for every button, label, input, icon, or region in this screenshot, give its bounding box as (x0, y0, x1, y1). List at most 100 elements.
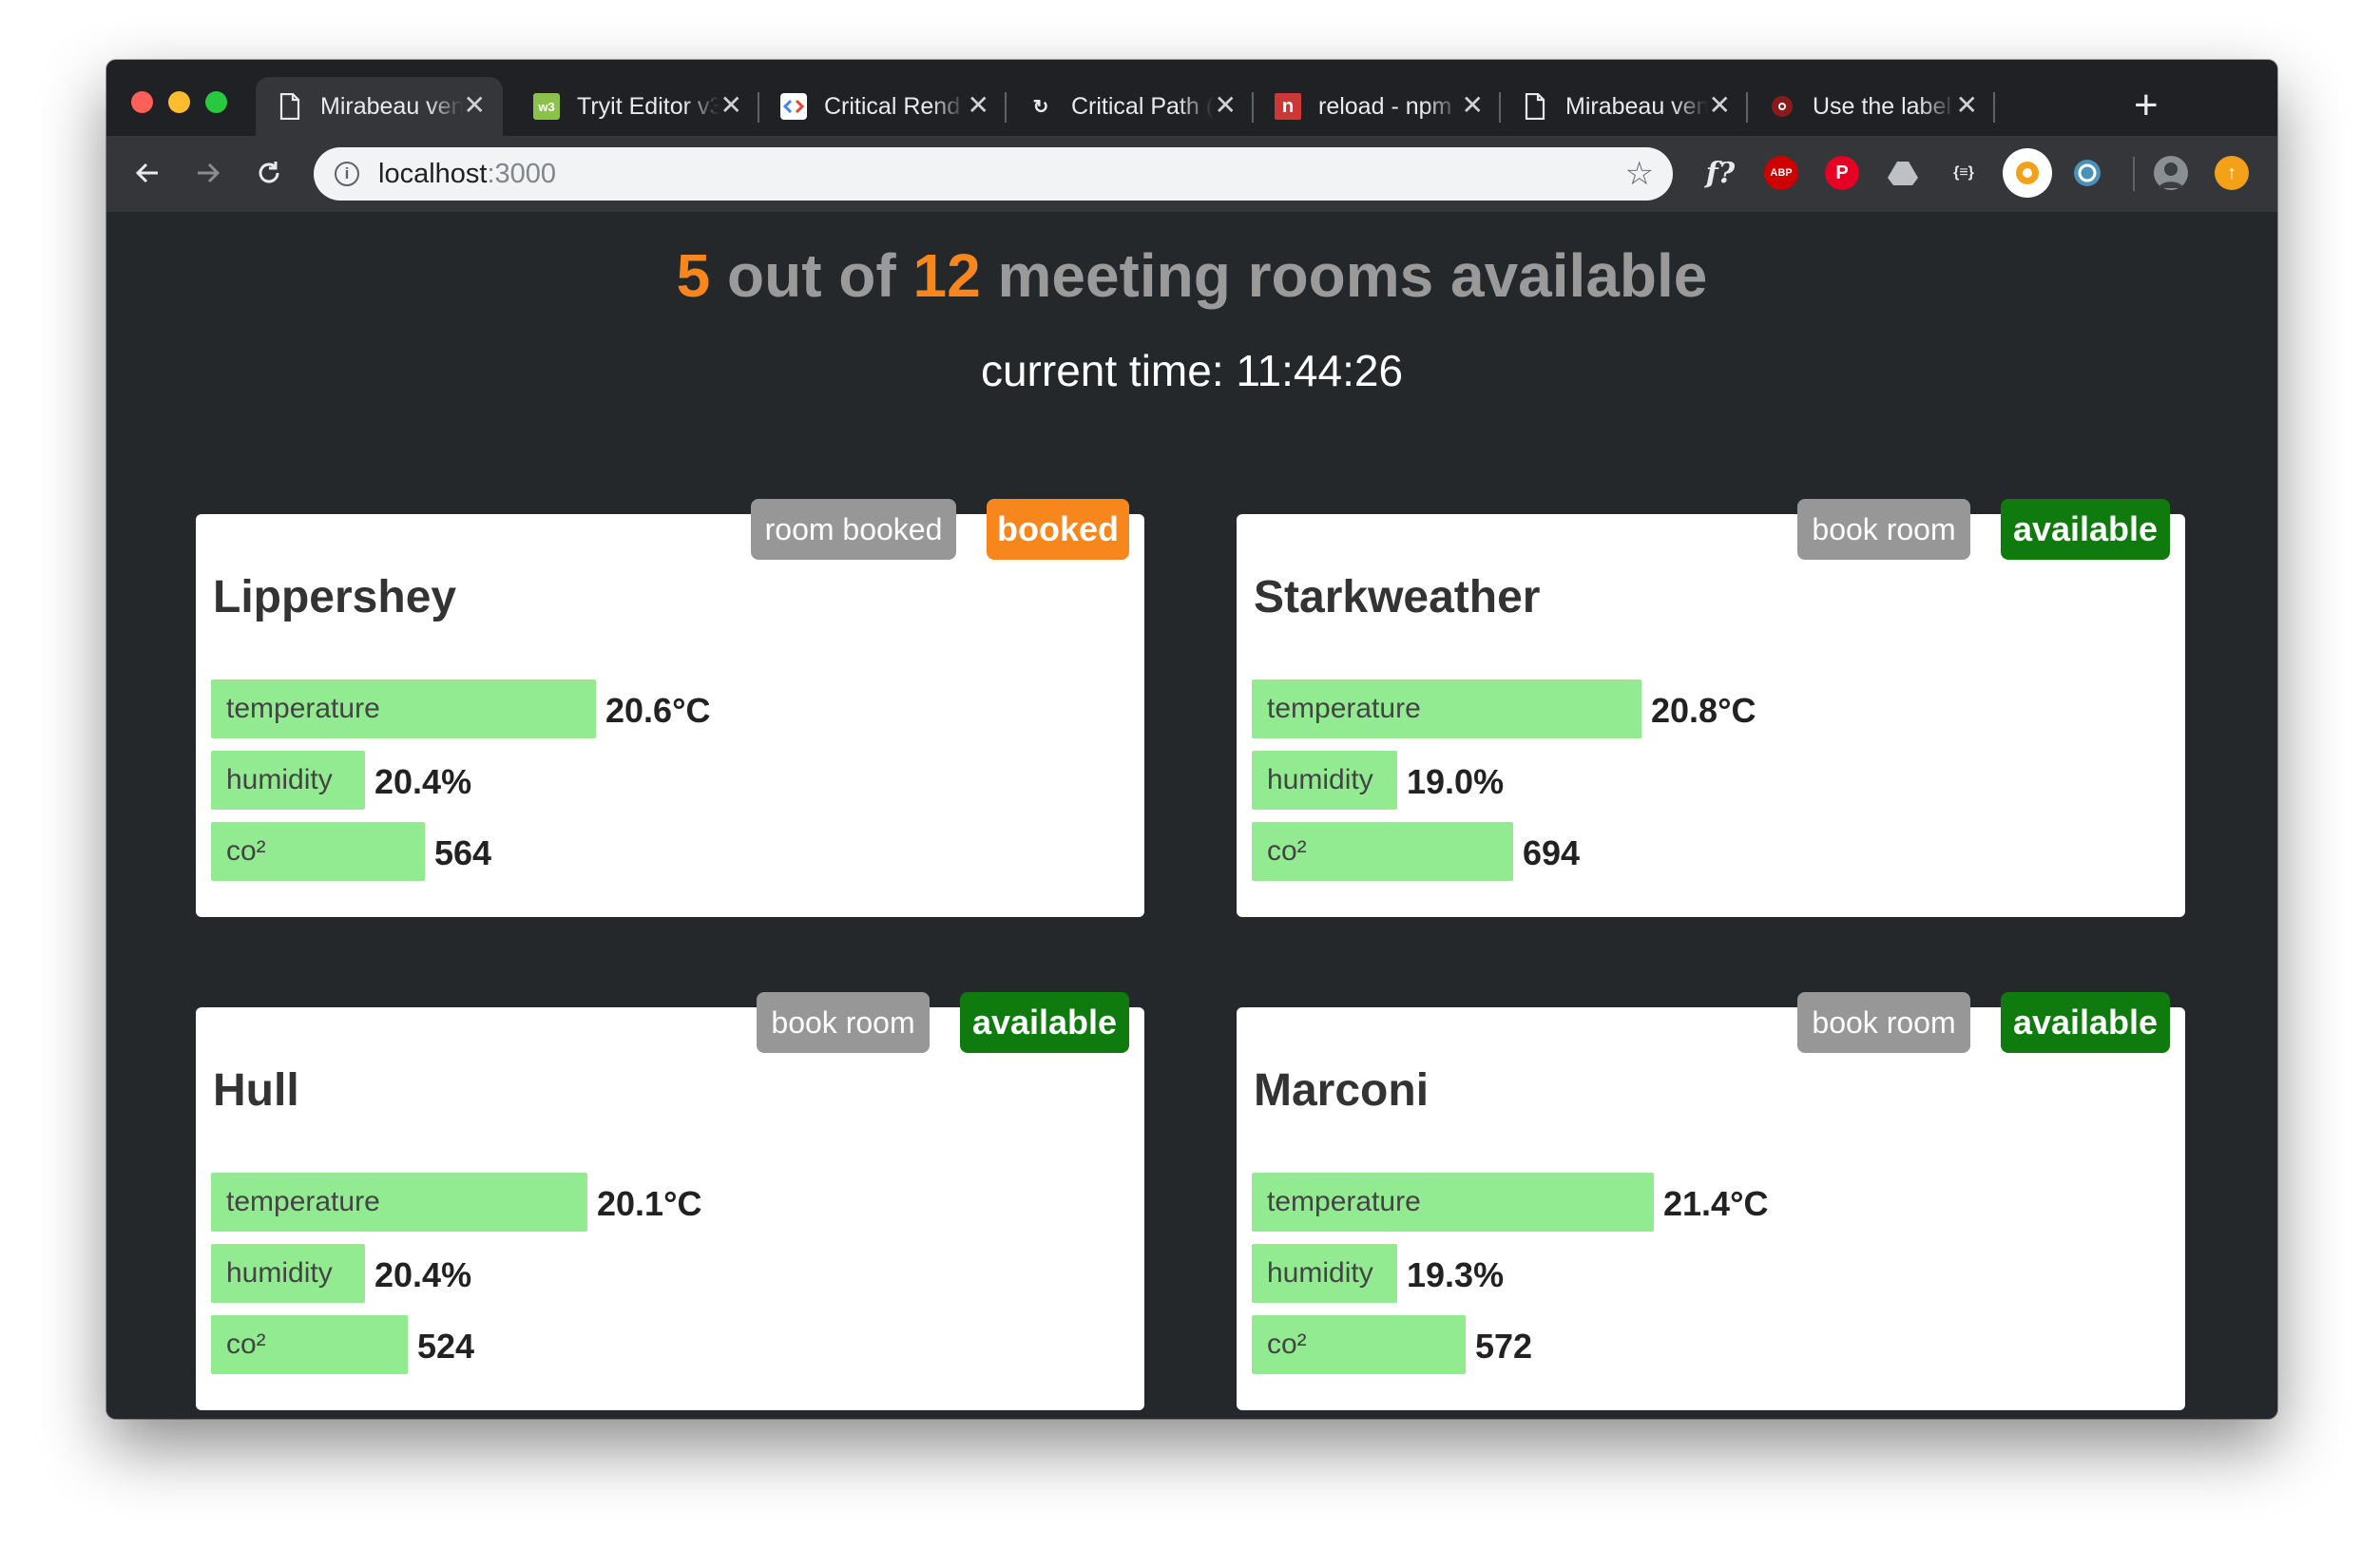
tab-label: Critical Rend (824, 92, 961, 120)
avatar-icon[interactable] (2154, 156, 2188, 190)
temperature-label: temperature (1267, 1186, 1421, 1217)
tab-label: Mirabeau ven (320, 92, 463, 120)
tab-strip: Mirabeau ven ✕ w3 Tryit Editor v3 ✕ Crit… (106, 60, 2277, 136)
tab-tryit-editor[interactable]: w3 Tryit Editor v3 ✕ (512, 77, 759, 136)
tab-label: reload - npm (1318, 92, 1452, 120)
room-card: Starkweather available book room temperatur… (1237, 499, 2185, 917)
room-card: Lippershey booked room booked temperature 20… (196, 499, 1144, 917)
room-card: Marconi available book room temperature 21.4… (1237, 992, 2185, 1410)
reload-icon (259, 162, 279, 183)
tab-mirabeau-2[interactable]: Mirabeau ven ✕ (1501, 77, 1748, 136)
co2-bar: co² (211, 822, 425, 881)
drive-icon[interactable] (1886, 156, 1920, 190)
tab-label: Use the label (1813, 92, 1951, 120)
close-icon[interactable]: ✕ (720, 92, 742, 119)
json-extension-icon[interactable]: {≡} (1947, 156, 1981, 190)
humidity-bar: humidity (1252, 1244, 1397, 1303)
co2-label: co² (226, 1329, 266, 1360)
temperature-label: temperature (1267, 693, 1421, 724)
tab-critical-path[interactable]: ↻ Critical Path ( ✕ (1007, 77, 1254, 136)
update-icon[interactable]: ↑ (2215, 156, 2249, 190)
temperature-label: temperature (226, 1186, 380, 1217)
temperature-value: 20.6°C (605, 691, 711, 730)
status-badge: available (2001, 499, 2170, 560)
humidity-bar: humidity (211, 751, 365, 810)
room-name: Marconi (1254, 1065, 1430, 1116)
close-icon[interactable]: ✕ (1215, 92, 1237, 119)
address-port: :3000 (487, 158, 557, 189)
co2-bar: co² (211, 1315, 408, 1374)
co2-value: 572 (1475, 1327, 1533, 1366)
co2-bar: co² (1252, 822, 1513, 881)
status-badge: available (960, 992, 1129, 1053)
co2-value: 694 (1523, 833, 1581, 872)
circle-extension-icon[interactable] (2070, 156, 2104, 190)
close-icon[interactable]: ✕ (968, 92, 989, 119)
room-booked-button[interactable]: room booked (751, 499, 956, 560)
humidity-label: humidity (1267, 764, 1373, 795)
co2-bar: co² (1252, 1315, 1466, 1374)
current-time: current time: 11:44:26 (980, 346, 1404, 395)
back-arrow-icon (135, 163, 158, 183)
tab-label: Tryit Editor v3 (577, 92, 720, 120)
address-bar[interactable]: i localhost:3000 ☆ (314, 147, 1673, 201)
npm-icon: n (1275, 93, 1301, 120)
book-room-button[interactable]: book room (1797, 992, 1970, 1053)
tab-reload-npm[interactable]: n reload - npm ✕ (1254, 77, 1501, 136)
close-icon[interactable]: ✕ (1709, 92, 1731, 119)
minimize-window-button[interactable] (168, 91, 190, 113)
bookmark-star-icon[interactable]: ☆ (1625, 155, 1654, 193)
humidity-label: humidity (1267, 1257, 1373, 1289)
co2-value: 524 (417, 1327, 475, 1366)
temperature-bar: temperature (1252, 679, 1641, 738)
adblock-icon[interactable]: ABP (1764, 156, 1798, 190)
humidity-bar: humidity (211, 1244, 365, 1303)
close-icon[interactable]: ✕ (464, 92, 486, 119)
pinterest-icon[interactable]: P (1825, 156, 1859, 190)
info-icon[interactable]: i (335, 162, 359, 186)
temperature-bar: temperature (211, 1173, 587, 1232)
extension-f-icon[interactable]: f? (1703, 156, 1737, 190)
temperature-bar: temperature (211, 679, 596, 738)
book-room-button[interactable]: book room (757, 992, 930, 1053)
browser-toolbar: i localhost:3000 ☆ f? ABP P {≡} ↑ (106, 136, 2277, 212)
forward-button[interactable] (184, 149, 232, 197)
humidity-value: 20.4% (374, 762, 472, 801)
maximize-window-button[interactable] (205, 91, 227, 113)
close-icon[interactable]: ✕ (1956, 92, 1978, 119)
w3schools-icon: w3 (533, 93, 560, 120)
forward-arrow-icon (198, 163, 221, 183)
humidity-bar: humidity (1252, 751, 1397, 810)
close-window-button[interactable] (131, 91, 153, 113)
google-developers-icon (780, 93, 807, 120)
book-room-button[interactable]: book room (1797, 499, 1970, 560)
status-badge: available (2001, 992, 2170, 1053)
available-count: 5 (676, 241, 711, 310)
tab-label: Critical Path ( (1071, 92, 1214, 120)
tab-critical-rendering[interactable]: Critical Rend ✕ (759, 77, 1007, 136)
tab-use-the-label[interactable]: Use the label ✕ (1748, 77, 1995, 136)
temperature-value: 21.4°C (1663, 1184, 1769, 1223)
reload-button[interactable] (245, 149, 293, 197)
tab-label: Mirabeau ven (1565, 92, 1708, 120)
headline-suffix: meeting rooms available (980, 241, 1708, 310)
humidity-label: humidity (226, 1257, 333, 1289)
document-icon (1522, 93, 1548, 120)
back-button[interactable] (124, 149, 171, 197)
close-icon[interactable]: ✕ (1462, 92, 1484, 119)
total-count: 12 (912, 241, 981, 310)
co2-value: 564 (434, 833, 492, 872)
co2-label: co² (1267, 835, 1307, 867)
room-name: Starkweather (1254, 572, 1541, 622)
headline-out-of: out of (710, 241, 913, 310)
new-tab-button[interactable]: + (2134, 85, 2159, 126)
humidity-value: 20.4% (374, 1255, 472, 1294)
co2-label: co² (226, 835, 266, 867)
temperature-value: 20.8°C (1651, 691, 1756, 730)
gear-extension-icon[interactable] (2003, 148, 2052, 198)
temperature-bar: temperature (1252, 1173, 1654, 1232)
tab-mirabeau-1[interactable]: Mirabeau ven ✕ (256, 77, 503, 136)
humidity-value: 19.0% (1407, 762, 1505, 801)
arrow-icon: ↻ (1032, 96, 1049, 118)
page-content: 5 out of 12 meeting rooms available curr… (106, 212, 2277, 1419)
